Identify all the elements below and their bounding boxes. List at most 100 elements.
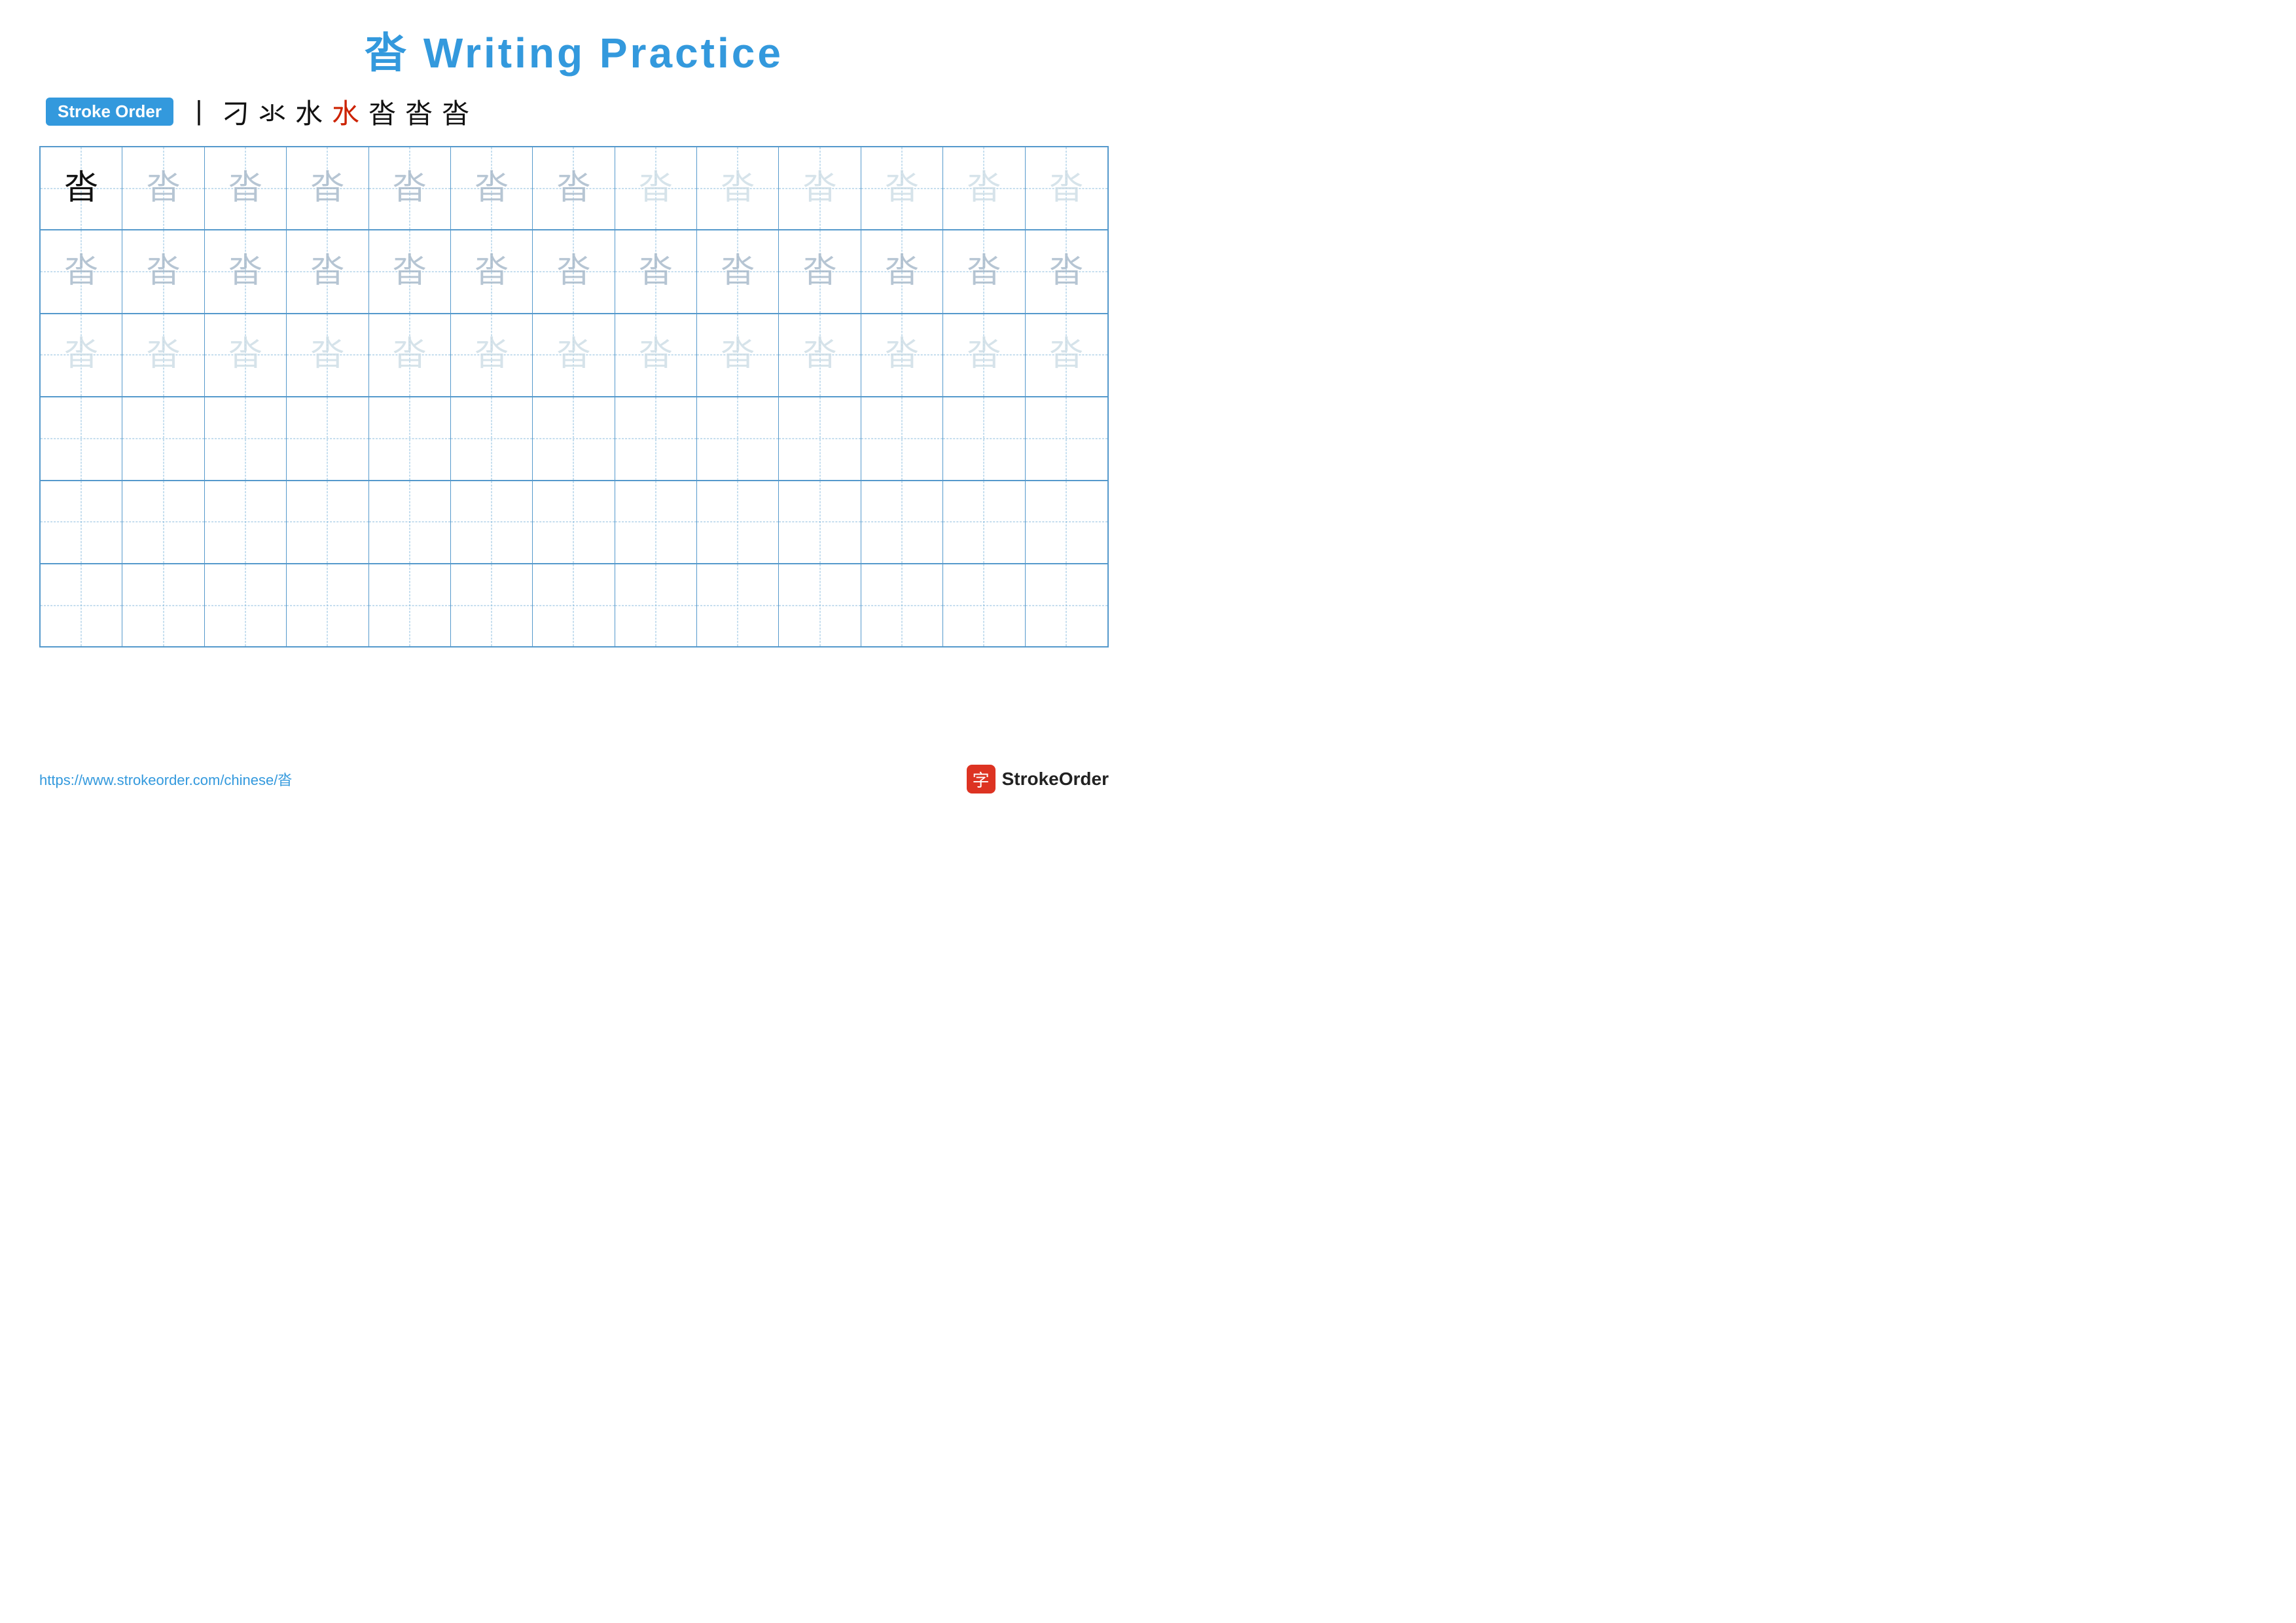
grid-cell[interactable] (697, 564, 779, 646)
cell-character: 沓 (885, 255, 919, 289)
grid-cell[interactable] (205, 481, 287, 563)
grid-cell[interactable]: 沓 (779, 147, 861, 229)
grid-cell[interactable]: 沓 (533, 147, 615, 229)
grid-cell[interactable]: 沓 (287, 314, 368, 396)
grid-cell[interactable]: 沓 (1026, 230, 1107, 312)
grid-cell[interactable] (205, 564, 287, 646)
stroke-7: 沓 (405, 92, 433, 132)
stroke-8: 沓 (442, 92, 469, 132)
grid-cell[interactable] (779, 397, 861, 479)
grid-cell[interactable]: 沓 (615, 314, 697, 396)
grid-cell[interactable]: 沓 (369, 147, 451, 229)
grid-cell[interactable] (41, 564, 122, 646)
grid-cell[interactable] (122, 481, 204, 563)
grid-cell[interactable] (287, 481, 368, 563)
grid-cell[interactable]: 沓 (1026, 314, 1107, 396)
grid-cell[interactable]: 沓 (287, 147, 368, 229)
grid-cell[interactable]: 沓 (533, 230, 615, 312)
grid-cell[interactable]: 沓 (369, 230, 451, 312)
grid-cell[interactable]: 沓 (943, 230, 1025, 312)
cell-character: 沓 (721, 255, 755, 289)
grid-cell[interactable] (943, 564, 1025, 646)
cell-character: 沓 (803, 255, 837, 289)
grid-cell[interactable] (287, 564, 368, 646)
cell-character: 沓 (1049, 172, 1083, 206)
grid-cell[interactable] (533, 564, 615, 646)
cell-character: 沓 (967, 172, 1001, 206)
grid-cell[interactable]: 沓 (369, 314, 451, 396)
stroke-order-row: Stroke Order 丨 刁 氺 水 水 沓 沓 沓 (39, 92, 1109, 132)
grid-cell[interactable]: 沓 (697, 230, 779, 312)
grid-cell[interactable]: 沓 (1026, 147, 1107, 229)
grid-cell[interactable]: 沓 (205, 230, 287, 312)
grid-cell[interactable] (779, 564, 861, 646)
practice-grid: 沓沓沓沓沓沓沓沓沓沓沓沓沓沓沓沓沓沓沓沓沓沓沓沓沓沓沓沓沓沓沓沓沓沓沓沓沓沓沓 (39, 146, 1109, 647)
grid-cell[interactable] (205, 397, 287, 479)
cell-character: 沓 (967, 338, 1001, 372)
grid-cell[interactable]: 沓 (861, 230, 943, 312)
grid-cell[interactable] (451, 564, 533, 646)
stroke-3: 氺 (259, 92, 286, 132)
grid-cell[interactable]: 沓 (41, 314, 122, 396)
grid-cell[interactable]: 沓 (451, 230, 533, 312)
grid-cell[interactable]: 沓 (205, 314, 287, 396)
cell-character: 沓 (147, 338, 181, 372)
grid-cell[interactable] (122, 397, 204, 479)
grid-cell[interactable] (533, 481, 615, 563)
grid-cell[interactable]: 沓 (697, 147, 779, 229)
grid-cell[interactable]: 沓 (451, 314, 533, 396)
grid-cell[interactable] (779, 481, 861, 563)
grid-cell[interactable] (861, 481, 943, 563)
grid-cell[interactable]: 沓 (615, 230, 697, 312)
footer-logo: 字 StrokeOrder (967, 765, 1109, 793)
title-text: Writing Practice (409, 29, 783, 77)
grid-cell[interactable]: 沓 (41, 147, 122, 229)
stroke-order-badge: Stroke Order (46, 98, 173, 126)
grid-cell[interactable] (943, 397, 1025, 479)
grid-cell[interactable] (369, 481, 451, 563)
grid-cell[interactable]: 沓 (615, 147, 697, 229)
grid-cell[interactable]: 沓 (943, 314, 1025, 396)
grid-cell[interactable]: 沓 (779, 314, 861, 396)
grid-cell[interactable]: 沓 (779, 230, 861, 312)
grid-cell[interactable] (615, 481, 697, 563)
cell-character: 沓 (639, 255, 673, 289)
grid-cell[interactable]: 沓 (943, 147, 1025, 229)
footer-url: https://www.strokeorder.com/chinese/沓 (39, 769, 292, 790)
grid-cell[interactable] (943, 481, 1025, 563)
grid-cell[interactable]: 沓 (861, 314, 943, 396)
grid-cell[interactable] (451, 397, 533, 479)
grid-cell[interactable]: 沓 (861, 147, 943, 229)
grid-cell[interactable] (697, 481, 779, 563)
grid-cell[interactable] (1026, 397, 1107, 479)
grid-cell[interactable] (287, 397, 368, 479)
grid-cell[interactable] (1026, 564, 1107, 646)
grid-row: 沓沓沓沓沓沓沓沓沓沓沓沓沓 (41, 147, 1107, 230)
grid-cell[interactable] (369, 397, 451, 479)
grid-cell[interactable]: 沓 (451, 147, 533, 229)
grid-cell[interactable] (533, 397, 615, 479)
grid-cell[interactable]: 沓 (697, 314, 779, 396)
grid-cell[interactable] (451, 481, 533, 563)
grid-cell[interactable] (1026, 481, 1107, 563)
grid-cell[interactable]: 沓 (205, 147, 287, 229)
grid-cell[interactable] (615, 397, 697, 479)
grid-cell[interactable] (615, 564, 697, 646)
grid-cell[interactable]: 沓 (122, 314, 204, 396)
grid-cell[interactable] (861, 397, 943, 479)
stroke-chars: 丨 刁 氺 水 水 沓 沓 沓 (185, 92, 469, 132)
grid-cell[interactable] (697, 397, 779, 479)
grid-cell[interactable]: 沓 (287, 230, 368, 312)
grid-cell[interactable]: 沓 (122, 230, 204, 312)
grid-cell[interactable]: 沓 (41, 230, 122, 312)
cell-character: 沓 (310, 255, 344, 289)
grid-cell[interactable] (861, 564, 943, 646)
grid-cell[interactable] (122, 564, 204, 646)
grid-cell[interactable] (369, 564, 451, 646)
grid-cell[interactable]: 沓 (533, 314, 615, 396)
grid-cell[interactable]: 沓 (122, 147, 204, 229)
cell-character: 沓 (147, 172, 181, 206)
grid-cell[interactable] (41, 481, 122, 563)
grid-cell[interactable] (41, 397, 122, 479)
cell-character: 沓 (393, 172, 427, 206)
